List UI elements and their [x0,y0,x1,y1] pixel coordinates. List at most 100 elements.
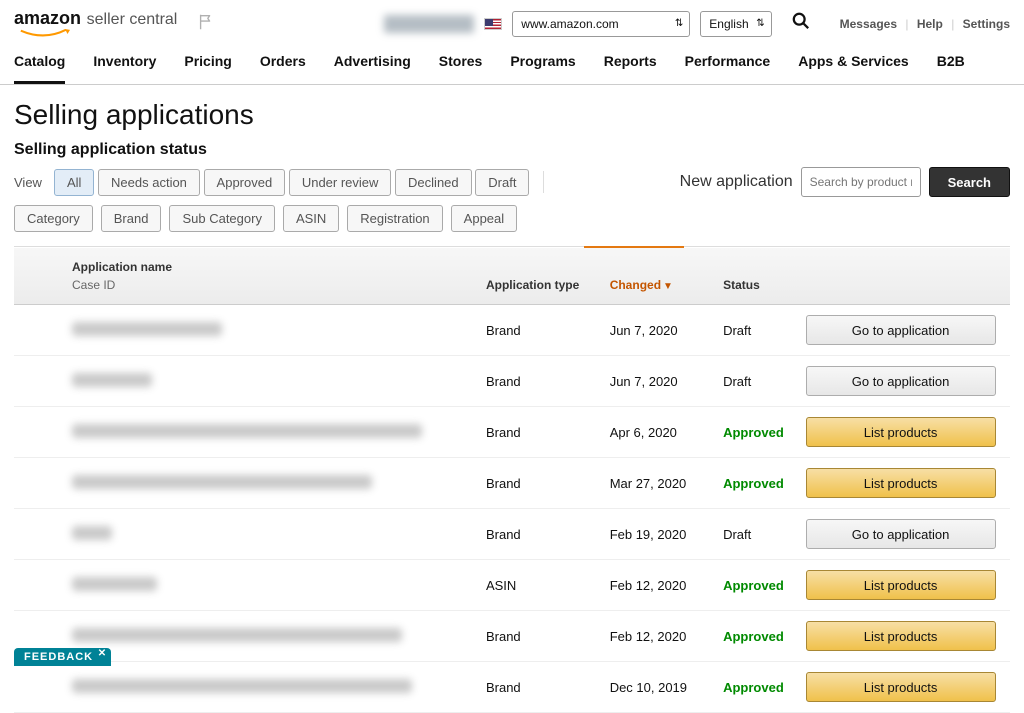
language-select[interactable]: English ⇅ [700,11,771,37]
topbar-center: www.amazon.com ⇅ English ⇅ Messages | He… [384,11,1010,37]
filter-draft[interactable]: Draft [475,169,529,196]
filter-asin[interactable]: ASIN [283,205,339,232]
cell-status: Draft [715,305,797,356]
filter-under-review[interactable]: Under review [289,169,392,196]
vertical-separator [543,171,544,193]
cell-application-type: ASIN [478,560,602,611]
nav-tab-b-b[interactable]: B2B [937,53,965,84]
table-row: BrandFeb 19, 2020Draft Go to application [14,509,1010,560]
nav-tab-catalog[interactable]: Catalog [14,53,65,84]
cell-status: Approved [715,458,797,509]
col-application-type[interactable]: Application type [478,248,602,305]
section-title: Selling application status [0,137,1024,167]
filter-approved[interactable]: Approved [204,169,286,196]
us-flag-icon[interactable] [484,18,502,30]
cell-application-name [14,560,478,611]
nav-tab-stores[interactable]: Stores [439,53,483,84]
nav-tab-inventory[interactable]: Inventory [93,53,156,84]
logo[interactable]: amazon seller central [14,8,177,39]
cell-action: List products [798,458,1010,509]
new-application-label: New application [680,173,793,191]
new-application-group: New application Search [680,167,1010,197]
list-products-button[interactable]: List products [806,621,996,651]
cell-status: Draft [715,509,797,560]
nav-tab-performance[interactable]: Performance [685,53,771,84]
filter-sub-category[interactable]: Sub Category [169,205,275,232]
cell-application-type: Brand [478,611,602,662]
cell-action: List products [798,560,1010,611]
list-products-button[interactable]: List products [806,417,996,447]
cell-application-name [14,662,478,713]
flag-outline-icon[interactable] [197,13,215,34]
merchant-name-redacted [384,15,474,33]
cell-changed-date: Mar 27, 2020 [602,458,715,509]
cell-application-type: Brand [478,356,602,407]
cell-application-name [14,458,478,509]
nav-tab-apps-services[interactable]: Apps & Services [798,53,909,84]
cell-application-type: Brand [478,509,602,560]
list-products-button[interactable]: List products [806,570,996,600]
page-title: Selling applications [0,85,1024,137]
filter-needs-action[interactable]: Needs action [98,169,200,196]
product-search-input[interactable] [801,167,921,197]
cell-changed-date: Jun 7, 2020 [602,356,715,407]
applications-table-wrap: Application name Case ID Application typ… [14,246,1010,713]
redacted-application-name [72,577,157,591]
cell-action: List products [798,407,1010,458]
nav-tab-pricing[interactable]: Pricing [184,53,231,84]
search-button[interactable]: Search [929,167,1010,197]
cell-status: Draft [715,356,797,407]
cell-changed-date: Apr 6, 2020 [602,407,715,458]
filter-row-status: View All Needs action Approved Under rev… [14,167,1010,197]
cell-action: List products [798,662,1010,713]
messages-link[interactable]: Messages [840,17,897,31]
cell-status: Approved [715,407,797,458]
settings-link[interactable]: Settings [963,17,1010,31]
cell-application-name [14,509,478,560]
table-row: BrandApr 6, 2020Approved List products [14,407,1010,458]
list-products-button[interactable]: List products [806,468,996,498]
filter-row-type: Category Brand Sub Category ASIN Registratio… [14,205,1010,232]
go-to-application-button[interactable]: Go to application [806,519,996,549]
close-icon[interactable]: ✕ [98,648,107,659]
cell-application-name [14,305,478,356]
cell-changed-date: Feb 19, 2020 [602,509,715,560]
nav-tab-reports[interactable]: Reports [604,53,657,84]
redacted-application-name [72,475,372,489]
filter-appeal[interactable]: Appeal [451,205,517,232]
filter-declined[interactable]: Declined [395,169,472,196]
logo-amazon-text: amazon [14,8,81,28]
cell-changed-date: Feb 12, 2020 [602,611,715,662]
table-row: BrandDec 10, 2019ApprovedList products [14,662,1010,713]
go-to-application-button[interactable]: Go to application [806,315,996,345]
top-links: Messages | Help | Settings [840,17,1010,31]
col-application-name[interactable]: Application name Case ID [14,248,478,305]
cell-action: List products [798,611,1010,662]
nav-tab-orders[interactable]: Orders [260,53,306,84]
marketplace-select[interactable]: www.amazon.com ⇅ [512,11,690,37]
filter-all[interactable]: All [54,169,94,196]
nav-tab-advertising[interactable]: Advertising [334,53,411,84]
filter-category[interactable]: Category [14,205,93,232]
go-to-application-button[interactable]: Go to application [806,366,996,396]
cell-application-type: Brand [478,407,602,458]
main-nav: Catalog Inventory Pricing Orders Advertising… [0,43,1024,85]
redacted-application-name [72,373,152,387]
feedback-tab[interactable]: FEEDBACK ✕ [14,648,111,666]
filter-registration[interactable]: Registration [347,205,442,232]
amazon-smile-icon [14,29,76,39]
col-status[interactable]: Status [715,248,797,305]
redacted-application-name [72,628,402,642]
cell-changed-date: Feb 12, 2020 [602,560,715,611]
filter-brand[interactable]: Brand [101,205,162,232]
help-link[interactable]: Help [917,17,943,31]
cell-action: Go to application [798,305,1010,356]
list-products-button[interactable]: List products [806,672,996,702]
nav-tab-programs[interactable]: Programs [510,53,575,84]
table-row: BrandJun 7, 2020Draft Go to application [14,356,1010,407]
cell-application-type: Brand [478,305,602,356]
col-changed[interactable]: Changed▼ [602,248,715,305]
table-row: BrandMar 27, 2020ApprovedList products [14,458,1010,509]
search-icon[interactable] [792,12,810,35]
applications-table: Application name Case ID Application typ… [14,248,1010,713]
